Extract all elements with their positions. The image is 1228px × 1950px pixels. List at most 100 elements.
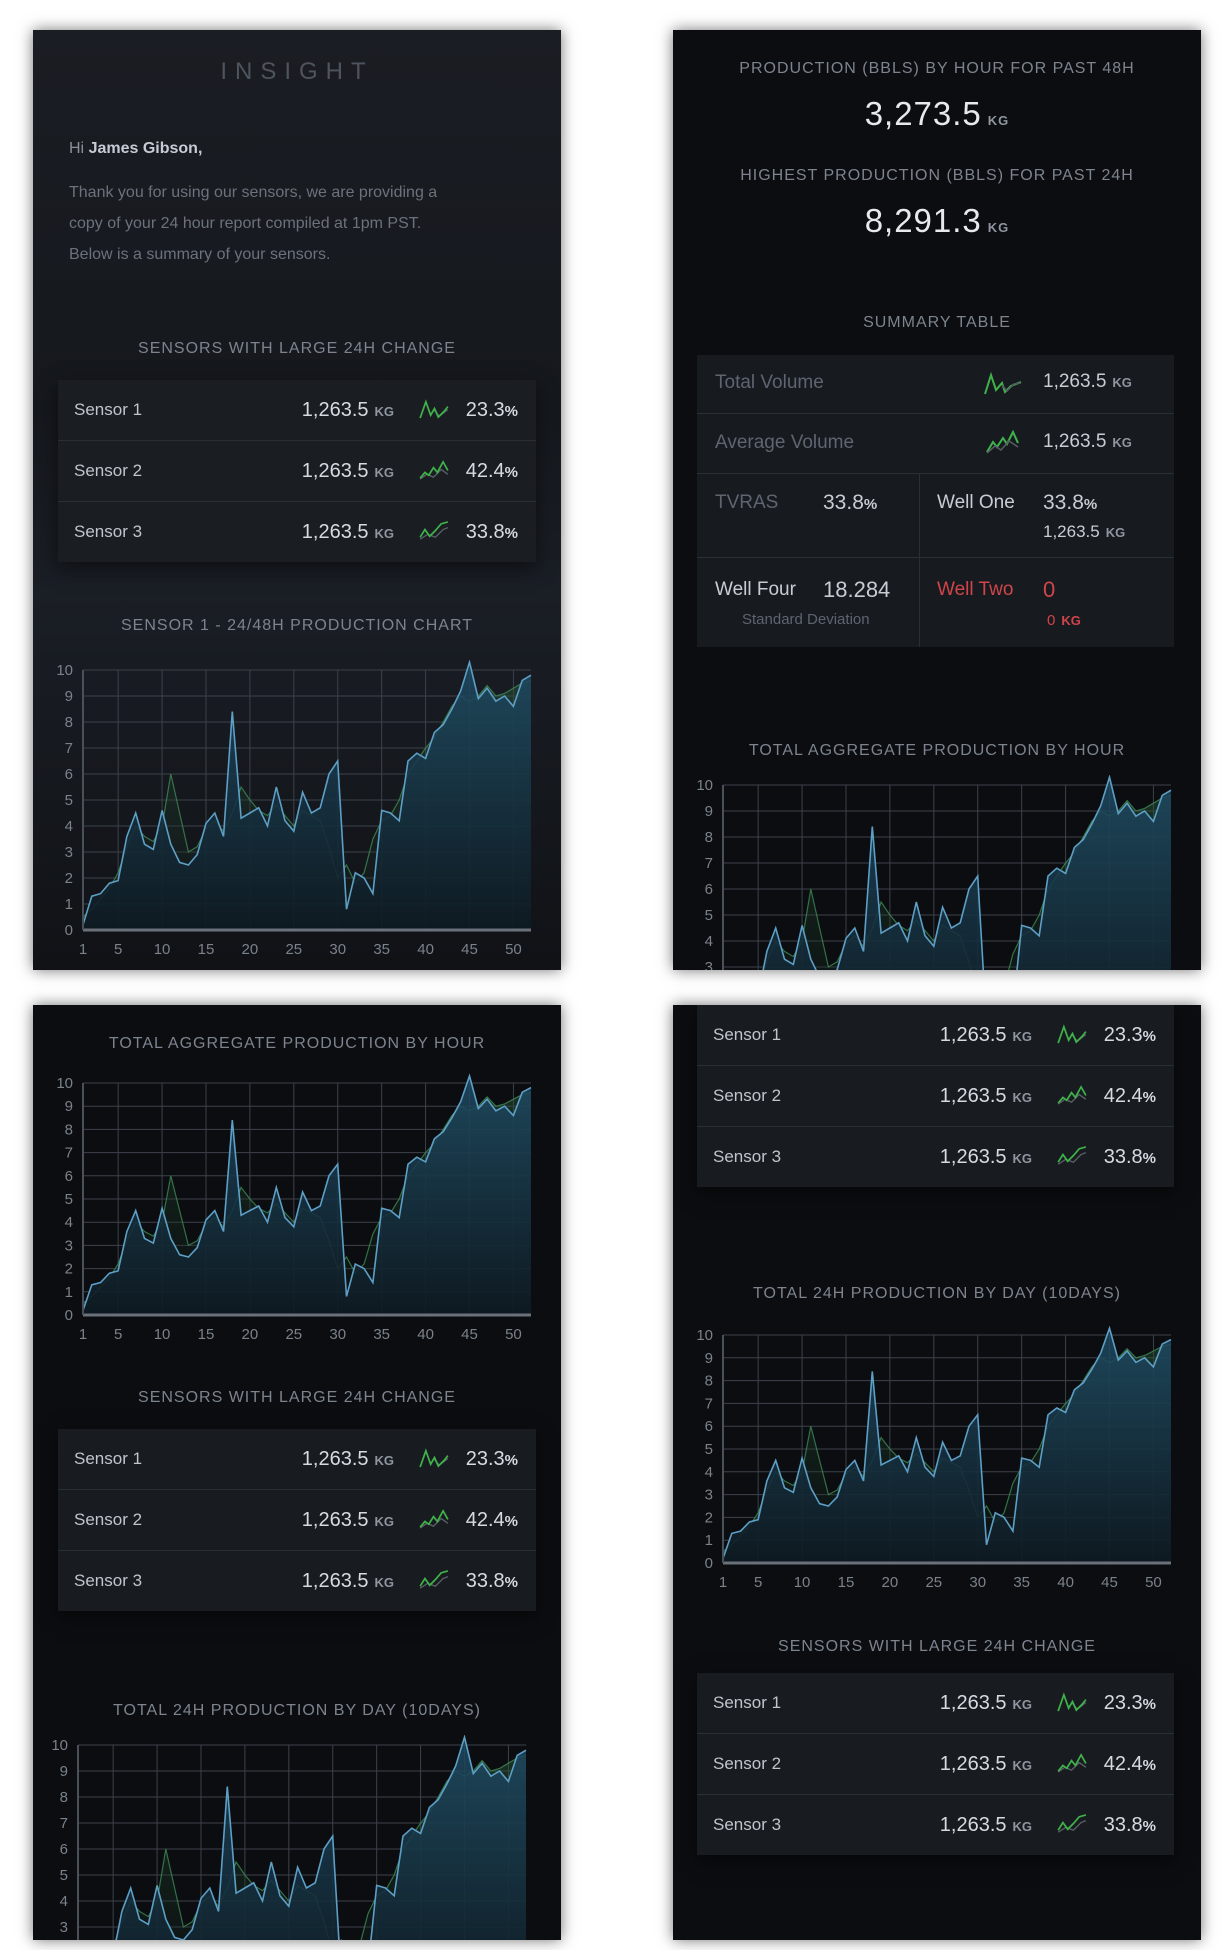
y-tick-label: 10	[696, 1327, 713, 1344]
chart-svg: 01234567891015101520253035404550	[51, 1735, 527, 1940]
report-panel-top-left: INSIGHT Hi James Gibson, Thank you for u…	[33, 30, 561, 970]
total-volume-number: 1,263.5	[1043, 371, 1107, 392]
percent-sign: %	[504, 403, 518, 420]
section-title: SENSORS WITH LARGE 24H CHANGE	[778, 1638, 1096, 1655]
unit-label: KG	[1012, 1151, 1033, 1166]
average-volume-number: 1,263.5	[1043, 431, 1107, 452]
sensor-table: Sensor 1 1,263.5 KG 23.3% Sensor 2 1,263.5 KG 4…	[58, 380, 536, 562]
unit-label: KG	[1112, 375, 1132, 390]
unit-label: KG	[1012, 1819, 1033, 1834]
percent-sign: %	[1142, 1089, 1156, 1106]
sensor-value-number: 1,263.5	[301, 521, 369, 543]
sensor-change-number: 33.8	[1103, 1146, 1143, 1168]
y-tick-label: 8	[65, 714, 73, 731]
series-area	[83, 1076, 531, 1315]
y-tick-label: 10	[51, 1737, 68, 1754]
x-tick-label: 1	[719, 1574, 727, 1591]
sensor-row: Sensor 2 1,263.5 KG 42.4%	[58, 441, 536, 502]
unit-label: KG	[374, 1514, 395, 1529]
x-tick-label: 50	[1145, 1574, 1162, 1591]
y-tick-label: 8	[65, 1121, 73, 1138]
sensor-name: Sensor 1	[713, 1693, 782, 1712]
greeting-prefix: Hi	[69, 140, 89, 157]
brand-logo: INSIGHT	[220, 58, 374, 85]
y-tick-label: 3	[65, 844, 73, 861]
trend-up-icon	[1057, 1085, 1087, 1105]
trend-up-icon	[419, 399, 449, 419]
x-tick-label: 5	[114, 1326, 122, 1343]
x-tick-label: 50	[505, 941, 522, 958]
well-two-label: Well Two	[937, 579, 1014, 600]
y-tick-label: 5	[60, 1867, 68, 1884]
trend-up-icon	[419, 521, 449, 540]
sensor-value-number: 1,263.5	[301, 399, 369, 421]
y-tick-label: 9	[705, 1350, 713, 1367]
y-tick-label: 0	[65, 922, 73, 939]
x-tick-label: 30	[969, 1574, 986, 1591]
x-tick-label: 50	[505, 1326, 522, 1343]
trend-up-icon	[1057, 1692, 1087, 1712]
sensor-value: 1,263.5 KG	[302, 1490, 394, 1552]
highest-24h-label: HIGHEST PRODUCTION (BBLS) FOR PAST 24H	[740, 167, 1134, 184]
y-tick-label: 7	[60, 1815, 68, 1832]
x-tick-label: 45	[461, 941, 478, 958]
sensor-name: Sensor 1	[74, 1449, 143, 1468]
sensor-change-number: 33.8	[1103, 1814, 1143, 1836]
x-tick-label: 20	[242, 941, 259, 958]
y-tick-label: 9	[705, 803, 713, 820]
area-chart: 01234567891015101520253035404550	[33, 1065, 561, 1355]
percent-sign: %	[1142, 1757, 1156, 1774]
sensor-change-number: 42.4	[465, 460, 505, 482]
y-tick-label: 4	[60, 1893, 68, 1910]
sensor-name: Sensor 3	[713, 1147, 782, 1166]
summary-title: SUMMARY TABLE	[863, 314, 1011, 331]
sensor-change: 33.8%	[466, 502, 518, 564]
y-tick-label: 1	[65, 1284, 73, 1301]
sensor-value-number: 1,263.5	[301, 1570, 369, 1592]
percent-sign: %	[1142, 1028, 1156, 1045]
percent-sign: %	[504, 1574, 518, 1591]
divider	[697, 473, 1174, 474]
unit-label: KG	[374, 404, 395, 419]
unit-label: KG	[374, 1453, 395, 1468]
trend-up-icon	[1057, 1024, 1087, 1044]
intro-text: Thank you for using our sensors, we are …	[69, 177, 437, 270]
trend-up-icon	[419, 1509, 449, 1529]
sensor-value-number: 1,263.5	[939, 1692, 1007, 1714]
area-chart: 01234567891015101520253035404550	[673, 775, 1201, 970]
intro-line: copy of your 24 hour report compiled at …	[69, 215, 422, 232]
x-tick-label: 45	[1101, 1574, 1118, 1591]
section-title: SENSOR 1 - 24/48H PRODUCTION CHART	[121, 617, 473, 634]
well-four-sublabel: Standard Deviation	[742, 611, 870, 628]
unit-label: KG	[987, 220, 1010, 235]
sensor-name: Sensor 1	[74, 400, 143, 419]
y-tick-label: 7	[705, 1395, 713, 1412]
sensor-value-number: 1,263.5	[939, 1085, 1007, 1107]
series-area	[83, 662, 531, 930]
x-tick-label: 15	[838, 1574, 855, 1591]
x-tick-label: 20	[882, 1574, 899, 1591]
y-tick-label: 8	[705, 1373, 713, 1390]
report-panel-top-right: PRODUCTION (BBLS) BY HOUR FOR PAST 48H 3…	[673, 30, 1201, 970]
y-tick-label: 8	[705, 829, 713, 846]
greeting-name: James Gibson,	[88, 140, 203, 157]
x-tick-label: 35	[1013, 1574, 1030, 1591]
series-area	[116, 1737, 526, 1940]
area-chart: 01234567891015101520253035404550	[673, 1317, 1201, 1603]
production-48h-number: 3,273.5	[864, 95, 982, 132]
sensor-change: 23.3%	[1104, 1005, 1156, 1067]
y-tick-label: 4	[65, 1214, 73, 1231]
sensor-value-number: 1,263.5	[939, 1814, 1007, 1836]
sensor-row: Sensor 3 1,263.5 KG 33.8%	[58, 1551, 536, 1611]
unit-label: KG	[1012, 1090, 1033, 1105]
y-tick-label: 0	[705, 1555, 713, 1572]
intro-line: Thank you for using our sensors, we are …	[69, 184, 438, 201]
x-tick-label: 1	[79, 1326, 87, 1343]
trend-up-icon	[419, 1448, 449, 1468]
section-title: TOTAL AGGREGATE PRODUCTION BY HOUR	[748, 742, 1126, 759]
sensor-change-number: 23.3	[1103, 1024, 1143, 1046]
sensor-value-number: 1,263.5	[939, 1146, 1007, 1168]
unit-label: KG	[374, 526, 395, 541]
average-volume-label: Average Volume	[715, 432, 855, 453]
unit-label: KG	[1012, 1758, 1033, 1773]
